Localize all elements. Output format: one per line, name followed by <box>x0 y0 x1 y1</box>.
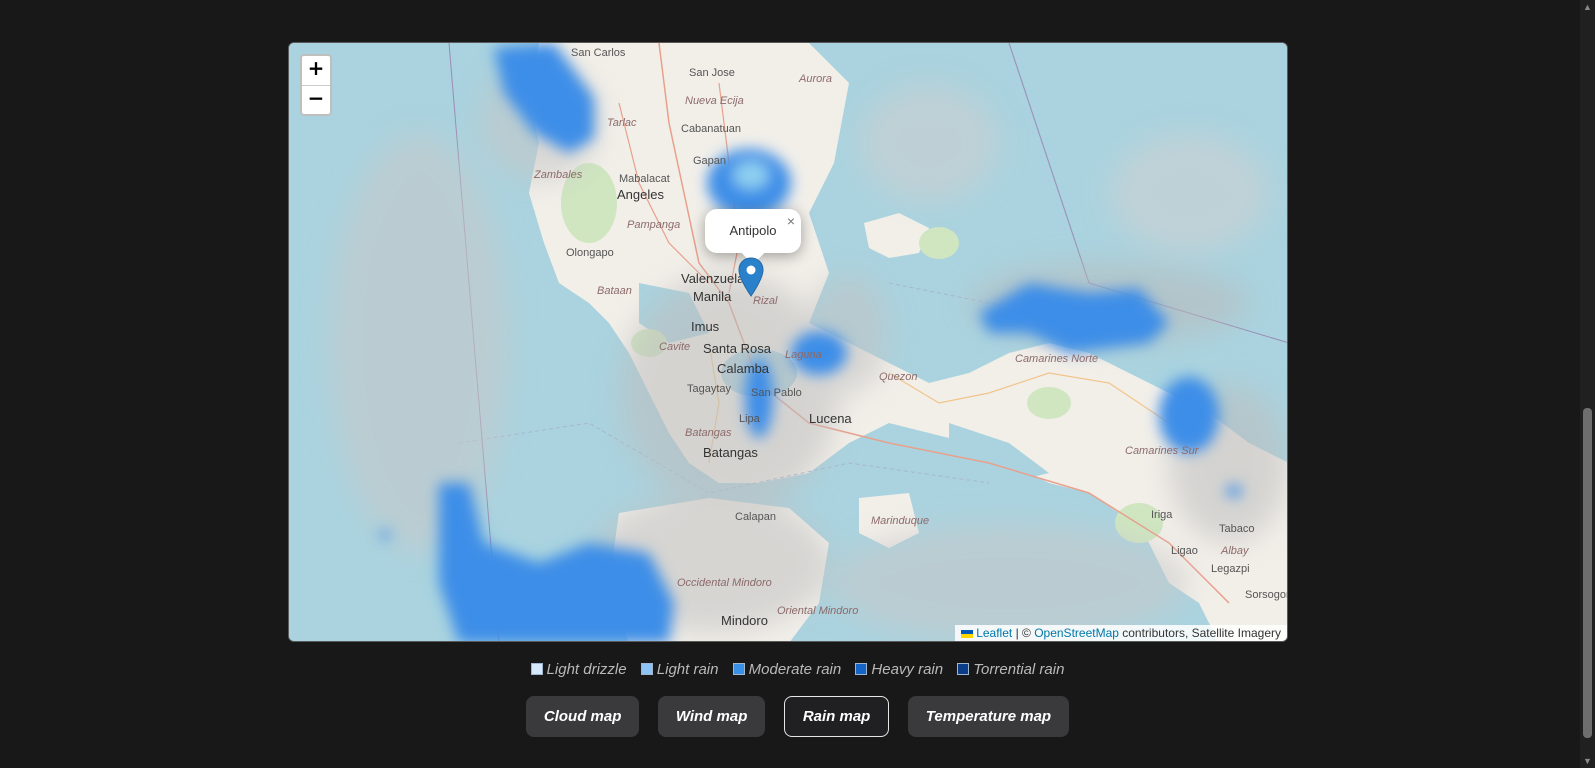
place-label: Oriental Mindoro <box>777 605 859 617</box>
legend-item-light-rain: Light rain <box>640 661 719 678</box>
map-tiles[interactable] <box>289 43 1288 642</box>
place-label: Cabanatuan <box>681 123 741 135</box>
zoom-in-button[interactable]: + <box>302 56 330 85</box>
place-label: Batangas <box>685 427 732 439</box>
page: San Carlos San Jose Aurora Nueva Ecija Tarla… <box>0 0 1595 768</box>
legend-label: Torrential rain <box>973 661 1065 678</box>
place-label: Bataan <box>597 285 632 297</box>
place-label: Santa Rosa <box>703 341 771 356</box>
place-label: Mabalacat <box>619 173 670 185</box>
wind-map-button[interactable]: Wind map <box>657 696 766 737</box>
rain-legend: Light drizzle Light rain Moderate rain H… <box>0 661 1595 678</box>
place-label: Zambales <box>534 169 583 181</box>
legend-swatch <box>530 663 543 675</box>
legend-item-heavy-rain: Heavy rain <box>855 661 943 678</box>
location-pin-icon[interactable] <box>738 257 764 302</box>
cloud-map-button[interactable]: Cloud map <box>525 696 640 737</box>
scroll-down-arrow-icon[interactable]: ▼ <box>1583 756 1592 766</box>
zoom-out-button[interactable]: − <box>302 85 330 114</box>
place-label: Calapan <box>735 511 776 523</box>
marker-popup[interactable]: Antipolo × <box>705 209 801 265</box>
popup-close-button[interactable]: × <box>787 213 795 229</box>
place-label: Camarines Sur <box>1125 445 1199 457</box>
rain-map-button[interactable]: Rain map <box>783 696 890 737</box>
place-label: Valenzuela <box>681 271 745 286</box>
place-label: Legazpi <box>1211 563 1250 575</box>
page-scrollbar[interactable]: ▲ ▼ <box>1580 0 1595 768</box>
place-label: Angeles <box>617 187 664 202</box>
legend-label: Moderate rain <box>748 661 842 678</box>
legend-swatch <box>957 663 970 675</box>
weather-map[interactable]: San Carlos San Jose Aurora Nueva Ecija Tarla… <box>288 42 1288 642</box>
legend-swatch <box>855 663 868 675</box>
legend-swatch <box>640 663 653 675</box>
place-label: Marinduque <box>871 515 930 527</box>
place-label: Camarines Norte <box>1015 353 1099 365</box>
leaflet-link[interactable]: Leaflet <box>976 626 1012 640</box>
place-label: Albay <box>1221 545 1249 557</box>
place-label: Calamba <box>717 361 770 376</box>
place-label: Occidental Mindoro <box>677 577 772 589</box>
place-label: Aurora <box>799 73 833 85</box>
legend-item-moderate-rain: Moderate rain <box>732 661 842 678</box>
place-label: Imus <box>691 319 720 334</box>
place-label: San Carlos <box>571 47 626 59</box>
zoom-control: + − <box>300 54 332 116</box>
ukraine-flag-icon <box>961 629 974 638</box>
place-label: Quezon <box>879 371 918 383</box>
map-attribution: Leaflet | © OpenStreetMap contributors, … <box>955 625 1287 641</box>
legend-item-torrential-rain: Torrential rain <box>957 661 1064 678</box>
scrollbar-thumb[interactable] <box>1583 408 1592 738</box>
place-label: Gapan <box>693 155 727 167</box>
place-label: Manila <box>693 289 732 304</box>
place-label: San Pablo <box>751 387 802 399</box>
place-label: Nueva Ecija <box>685 95 744 107</box>
place-label: Tarlac <box>607 117 637 129</box>
place-label: Lipa <box>739 413 760 425</box>
attribution-separator: | © <box>1012 626 1035 640</box>
place-label: Cavite <box>659 341 691 353</box>
place-label: San Jose <box>689 67 735 79</box>
map-type-buttons: Cloud map Wind map Rain map Temperature … <box>0 696 1595 737</box>
place-label: Sorsogon <box>1245 589 1288 601</box>
place-label: Mindoro <box>721 613 768 628</box>
legend-item-light-drizzle: Light drizzle <box>530 661 627 678</box>
place-label: Laguna <box>785 349 822 361</box>
openstreetmap-link[interactable]: OpenStreetMap <box>1034 626 1119 640</box>
temperature-map-button[interactable]: Temperature map <box>907 696 1070 737</box>
legend-label: Light rain <box>656 661 719 678</box>
place-label: Ligao <box>1171 545 1198 557</box>
place-label: Lucena <box>809 411 852 426</box>
legend-label: Heavy rain <box>871 661 944 678</box>
place-label: Tagaytay <box>687 383 732 395</box>
place-label: Batangas <box>703 445 758 460</box>
attribution-text: contributors, Satellite Imagery <box>1118 626 1281 640</box>
place-label: Iriga <box>1151 509 1173 521</box>
legend-swatch <box>732 663 745 675</box>
place-label: Tabaco <box>1219 523 1255 535</box>
place-label: Olongapo <box>566 247 614 259</box>
legend-label: Light drizzle <box>546 661 627 678</box>
place-label: Pampanga <box>627 219 681 231</box>
scroll-up-arrow-icon[interactable]: ▲ <box>1583 2 1592 12</box>
